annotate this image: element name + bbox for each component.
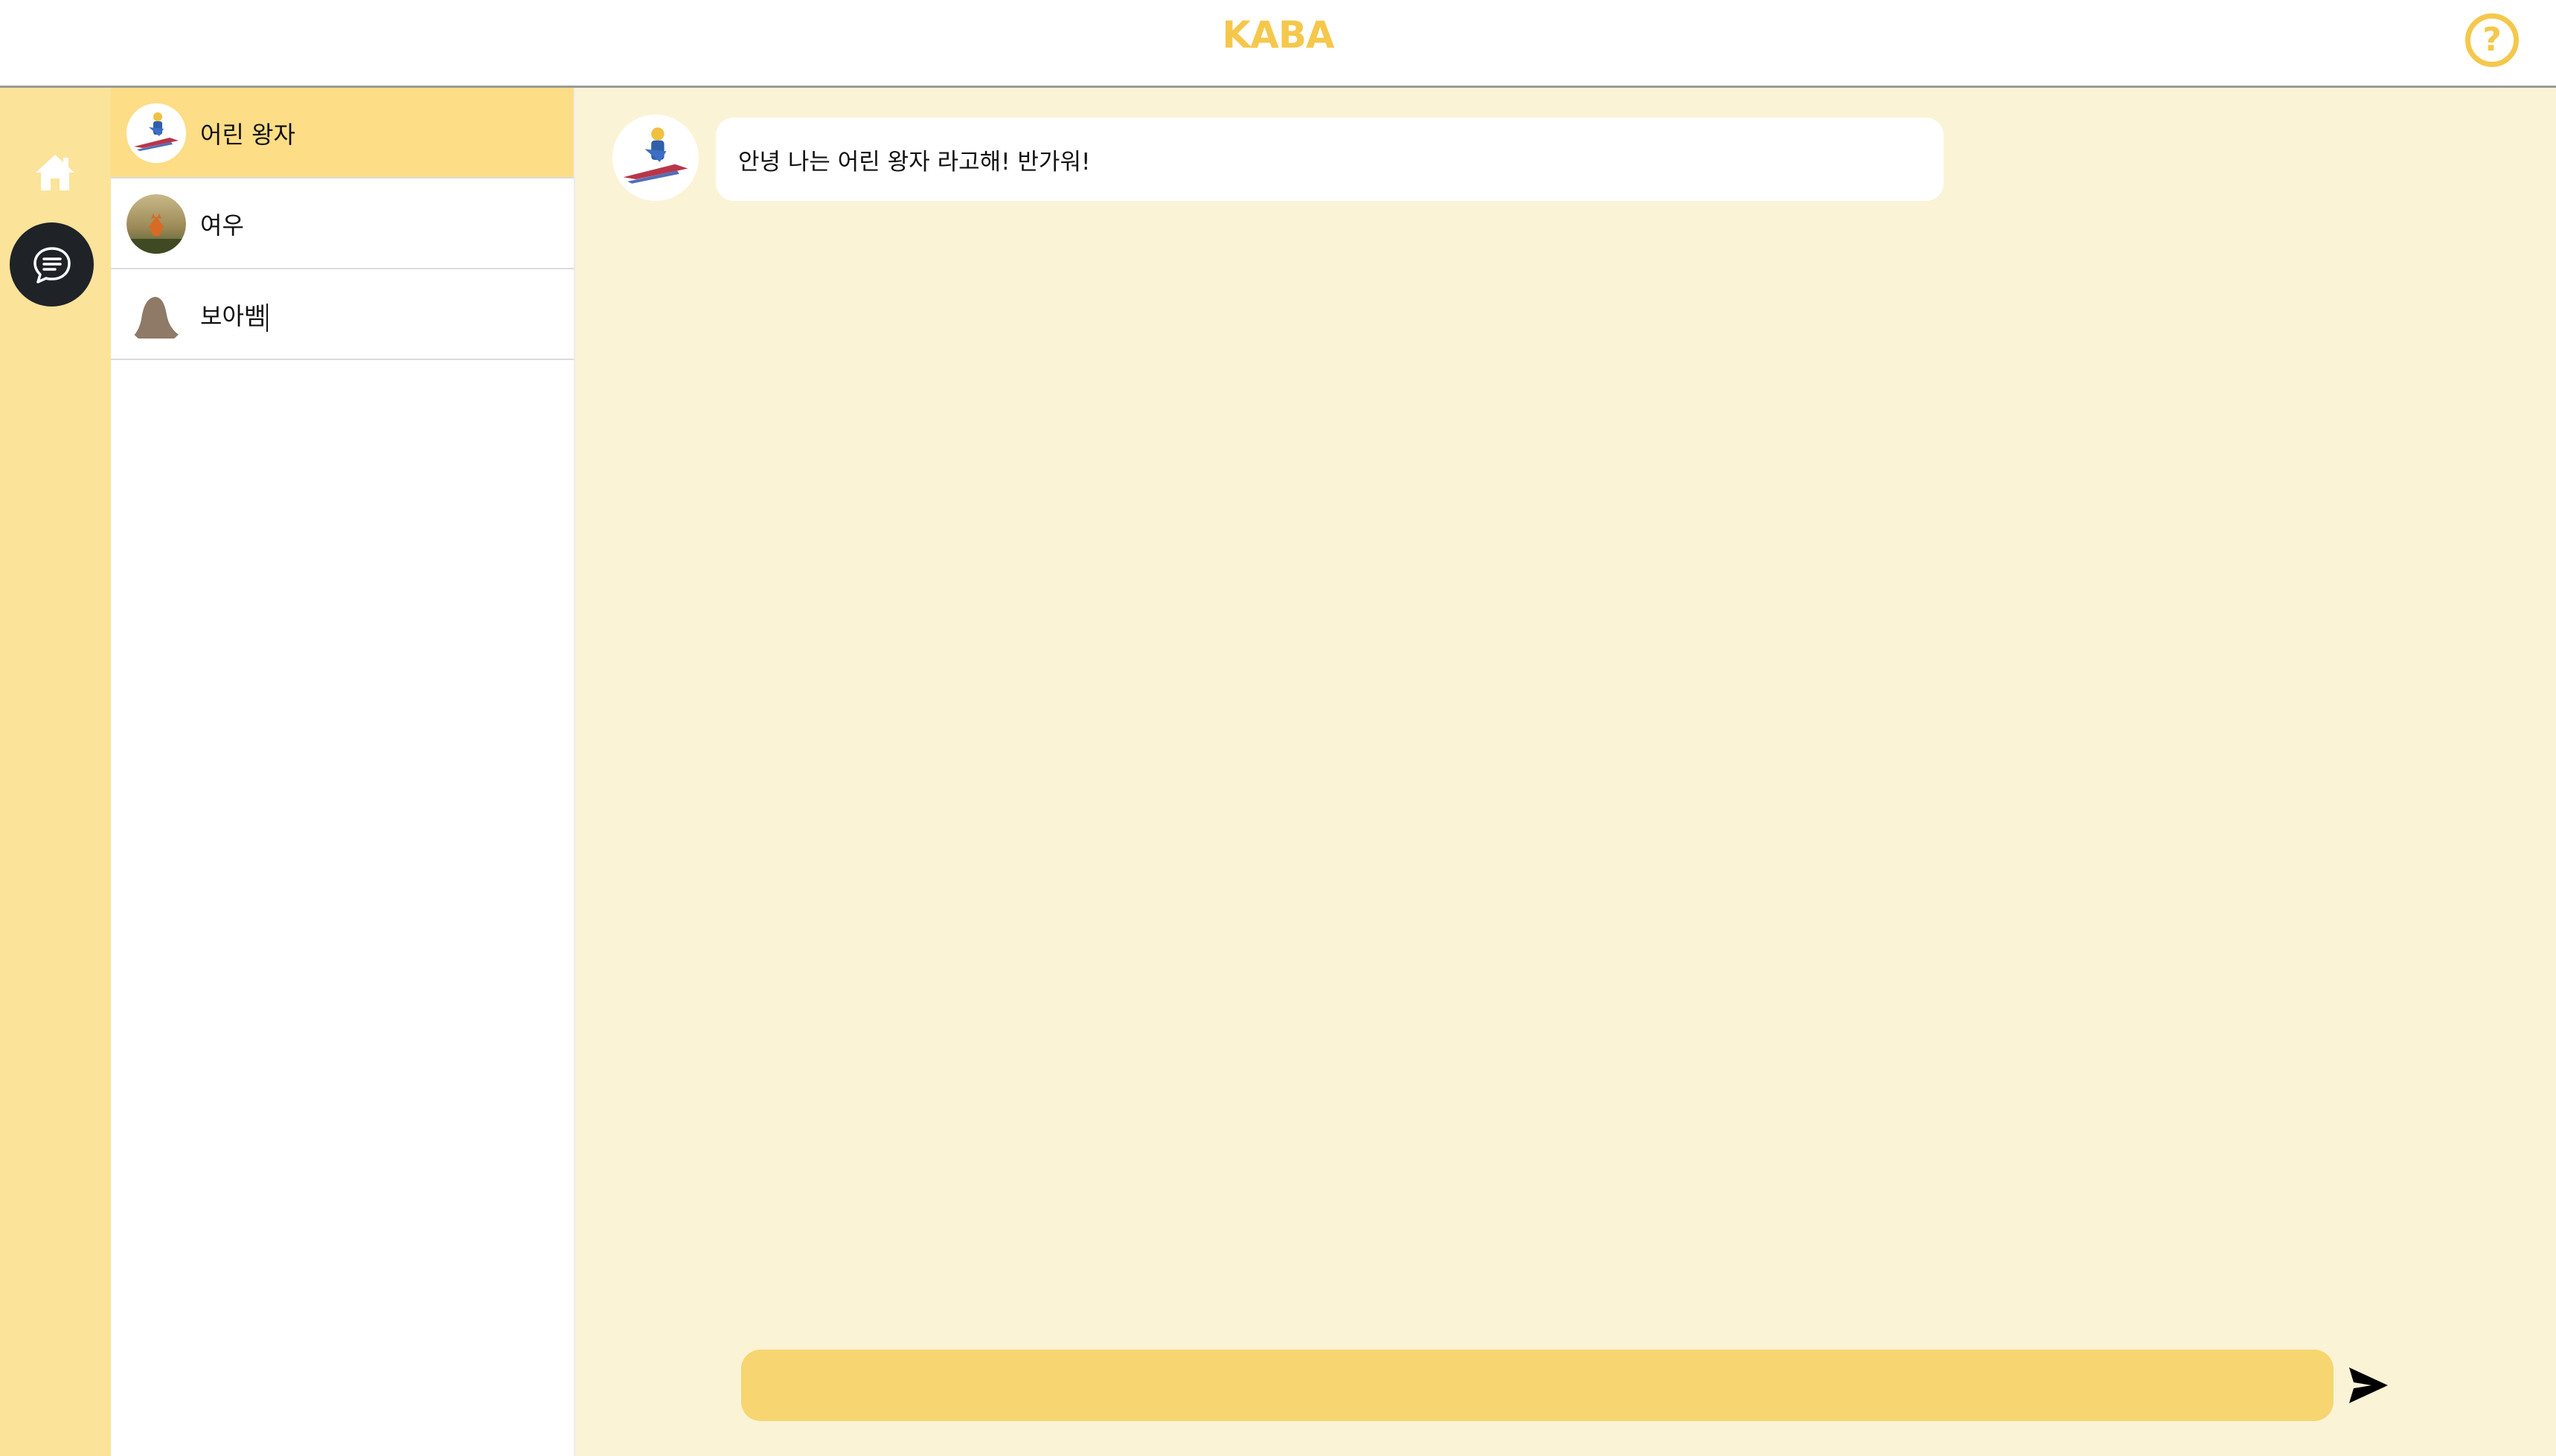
boa-snake-avatar xyxy=(126,285,186,344)
home-icon xyxy=(36,155,74,190)
little-prince-avatar xyxy=(126,103,186,163)
icon-rail xyxy=(0,88,111,1456)
brand-logo[interactable]: KABA xyxy=(0,13,2556,57)
message-input[interactable] xyxy=(741,1350,2334,1421)
chat-bubble-icon xyxy=(33,246,71,283)
fox-avatar xyxy=(126,194,186,254)
chat-panel: 안녕 나는 어린 왕자 라고해! 반가워! xyxy=(575,88,2556,1456)
list-item-fox[interactable]: 여우 xyxy=(111,179,574,269)
chat-nav-button[interactable] xyxy=(10,222,94,307)
question-circle-icon: ? xyxy=(2482,21,2502,59)
list-item-label: 보아뱀 xyxy=(200,298,269,332)
help-button[interactable]: ? xyxy=(2465,13,2519,67)
character-list: 어린 왕자 여우 보아뱀 xyxy=(111,88,575,1456)
list-item-boa-snake[interactable]: 보아뱀 xyxy=(111,269,574,360)
send-button[interactable] xyxy=(2345,1363,2392,1408)
send-arrow-icon xyxy=(2349,1367,2388,1403)
text-caret xyxy=(266,304,269,332)
top-header: KABA ? xyxy=(0,0,2556,88)
message-bubble: 안녕 나는 어린 왕자 라고해! 반가워! xyxy=(716,118,1944,201)
list-item-label: 어린 왕자 xyxy=(200,121,295,149)
list-item-label: 여우 xyxy=(200,211,244,240)
message-text: 안녕 나는 어린 왕자 라고해! 반가워! xyxy=(738,148,1091,176)
list-item-little-prince[interactable]: 어린 왕자 xyxy=(111,88,574,179)
home-button[interactable] xyxy=(33,152,77,193)
little-prince-avatar xyxy=(612,115,699,201)
